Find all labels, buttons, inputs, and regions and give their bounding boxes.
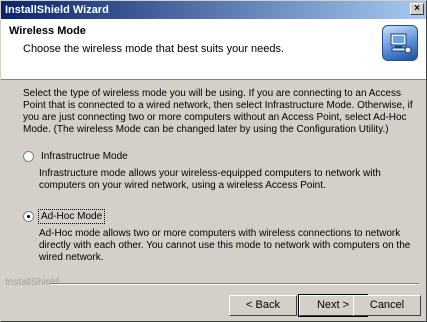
infrastructure-label[interactable]: Infrastructrue Mode <box>39 150 130 163</box>
adhoc-radio-row[interactable]: Ad-Hoc Mode <box>23 209 415 224</box>
title-bar: InstallShield Wizard × <box>1 1 426 19</box>
wizard-content: Select the type of wireless mode you wil… <box>1 80 426 295</box>
cancel-button[interactable]: Cancel <box>353 295 421 316</box>
infrastructure-radio-row[interactable]: Infrastructrue Mode <box>23 150 415 164</box>
option-adhoc: Ad-Hoc Mode Ad-Hoc mode allows two or mo… <box>23 209 415 264</box>
wizard-window: InstallShield Wizard × Wireless Mode Cho… <box>0 0 427 322</box>
intro-text: Select the type of wireless mode you wil… <box>23 88 413 135</box>
back-button[interactable]: < Back <box>229 295 297 316</box>
adhoc-radio[interactable] <box>23 211 34 222</box>
footer-divider <box>49 283 419 285</box>
adhoc-label[interactable]: Ad-Hoc Mode <box>37 209 106 224</box>
option-infrastructure: Infrastructrue Mode Infrastructure mode … <box>23 150 415 192</box>
window-title: InstallShield Wizard <box>5 4 109 16</box>
infrastructure-radio[interactable] <box>23 151 34 162</box>
adhoc-description: Ad-Hoc mode allows two or more computers… <box>39 228 411 263</box>
wizard-header: Wireless Mode Choose the wireless mode t… <box>1 19 426 80</box>
page-subtitle: Choose the wireless mode that best suits… <box>23 43 285 55</box>
close-button[interactable]: × <box>410 3 424 15</box>
infrastructure-description: Infrastructure mode allows your wireless… <box>39 168 381 191</box>
page-title: Wireless Mode <box>9 25 86 37</box>
network-computer-icon <box>382 25 418 61</box>
